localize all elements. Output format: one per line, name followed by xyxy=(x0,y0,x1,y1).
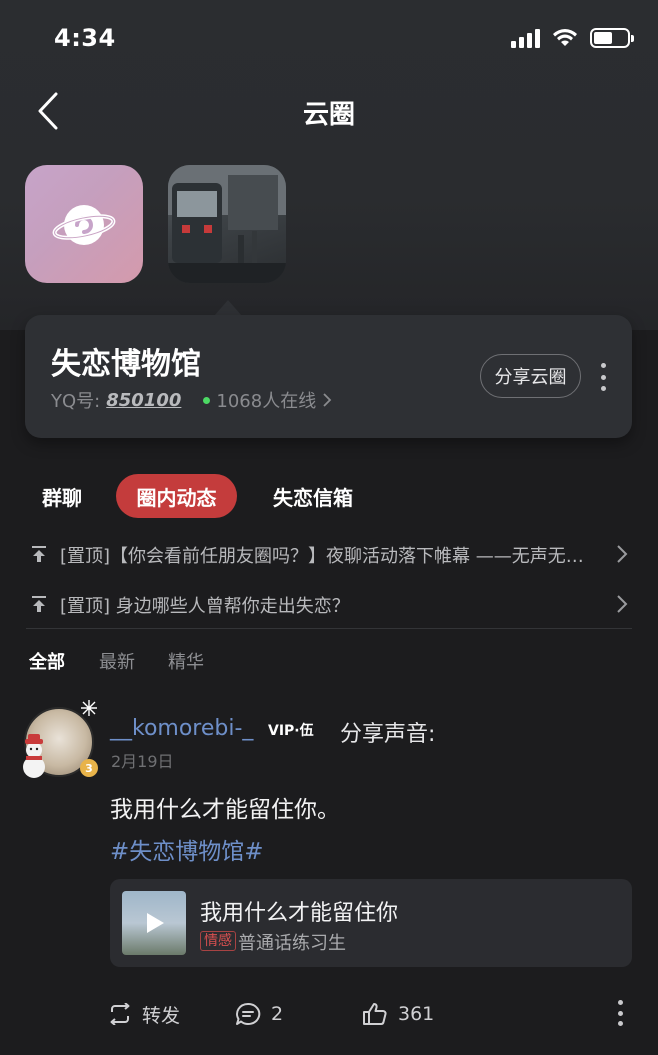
circle-info-card: 失恋博物馆 YQ号: 850100 1068人在线 分享云圈 xyxy=(25,315,632,438)
snowflake-icon xyxy=(81,700,97,716)
post-hashtag[interactable]: #失恋博物馆# xyxy=(110,832,264,866)
pinned-post[interactable]: [置顶] 身边哪些人曾帮你走出失恋？ xyxy=(0,582,658,626)
online-count[interactable]: 1068人在线 xyxy=(216,387,316,413)
pinned-post-text: [置顶] 身边哪些人曾帮你走出失恋？ xyxy=(60,596,350,617)
cellular-signal-icon xyxy=(511,28,540,48)
comment-count: 2 xyxy=(271,1003,284,1025)
tab-mailbox[interactable]: 失恋信箱 xyxy=(258,474,368,518)
like-button[interactable]: 361 xyxy=(362,996,434,1032)
audio-cover-image xyxy=(122,891,186,955)
chevron-right-icon xyxy=(617,595,628,613)
status-bar: 4:34 xyxy=(0,0,658,78)
card-pointer xyxy=(214,300,242,316)
online-status-dot xyxy=(203,396,211,404)
page-title: 云圈 xyxy=(302,100,355,130)
repost-label: 转发 xyxy=(142,1004,181,1027)
pinned-post[interactable]: [置顶]【你会看前任朋友圈吗？】夜聊活动落下帷幕 ——无声无息… xyxy=(0,532,658,576)
comment-icon xyxy=(236,1002,261,1025)
post-username[interactable]: __komorebi-_ xyxy=(110,716,253,741)
more-options-icon[interactable] xyxy=(599,363,607,391)
chevron-right-icon xyxy=(617,545,628,563)
chevron-right-icon xyxy=(323,393,332,407)
yq-number[interactable]: 850100 xyxy=(106,390,181,411)
play-icon xyxy=(147,913,164,933)
planet-icon xyxy=(52,205,116,245)
post-action-label: 分享声音: xyxy=(340,722,436,747)
circle-name: 失恋博物馆 xyxy=(51,347,201,382)
post-text: 我用什么才能留住你。 xyxy=(110,797,340,823)
shared-audio-card[interactable]: 我用什么才能留住你 情感 普通话练习生 xyxy=(110,879,632,967)
tab-group-chat[interactable]: 群聊 xyxy=(26,474,98,518)
avatar[interactable]: 3 xyxy=(20,700,100,779)
audio-category-badge: 情感 xyxy=(200,931,236,951)
pinned-post-text: [置顶]【你会看前任朋友圈吗？】夜聊活动落下帷幕 ——无声无息… xyxy=(60,546,590,567)
post-date: 2月19日 xyxy=(111,752,174,771)
circle-logo-thumbnail[interactable] xyxy=(25,165,143,283)
tab-circle-feed[interactable]: 圈内动态 xyxy=(116,474,237,518)
vip-badge: VIP·伍 xyxy=(268,723,314,739)
pin-top-icon xyxy=(32,546,46,562)
circle-photo-thumbnail[interactable] xyxy=(168,165,286,283)
audio-author: 普通话练习生 xyxy=(238,933,346,954)
audio-title: 我用什么才能留住你 xyxy=(200,901,399,926)
post-actions: 转发 2 361 xyxy=(0,996,658,1032)
repost-icon xyxy=(110,1003,130,1025)
snowman-icon xyxy=(23,734,45,778)
thumbs-up-icon xyxy=(363,1003,387,1025)
feed-filters: 全部 最新 精华 xyxy=(0,648,658,676)
circle-tabs: 群聊 圈内动态 失恋信箱 xyxy=(0,474,658,518)
divider xyxy=(26,628,632,629)
circle-meta: YQ号: 850100 1068人在线 xyxy=(51,387,332,413)
like-count: 361 xyxy=(398,1003,435,1025)
nav-bar: 云圈 xyxy=(0,80,658,142)
filter-featured[interactable]: 精华 xyxy=(168,648,204,674)
filter-latest[interactable]: 最新 xyxy=(99,648,135,674)
tram-photo-image xyxy=(168,165,286,283)
battery-icon xyxy=(590,28,634,48)
level-badge: 3 xyxy=(80,759,98,777)
status-time: 4:34 xyxy=(54,24,116,52)
status-icons xyxy=(511,28,634,48)
comment-button[interactable]: 2 xyxy=(235,996,283,1032)
post-more-icon[interactable] xyxy=(616,1000,624,1026)
repost-button[interactable]: 转发 xyxy=(108,996,180,1032)
pin-top-icon xyxy=(32,596,46,612)
yq-label: YQ号: xyxy=(51,391,101,412)
filter-all[interactable]: 全部 xyxy=(29,648,65,674)
wifi-icon xyxy=(553,29,577,46)
share-circle-button[interactable]: 分享云圈 xyxy=(480,354,581,398)
